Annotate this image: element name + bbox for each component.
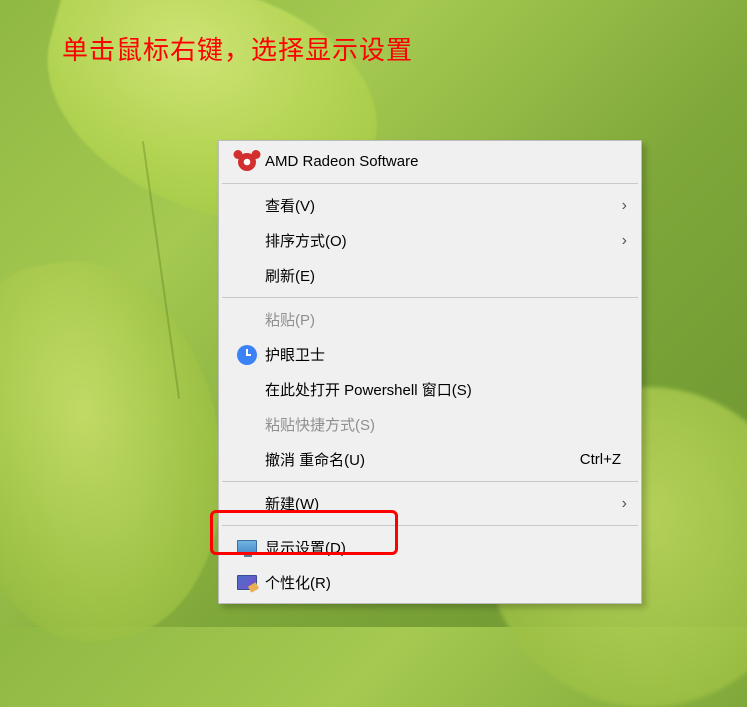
menu-item-amd[interactable]: AMD Radeon Software bbox=[221, 144, 639, 179]
menu-item-sort[interactable]: 排序方式(O) › bbox=[221, 223, 639, 258]
menu-item-eyeguard[interactable]: 护眼卫士 bbox=[221, 337, 639, 372]
menu-item-new[interactable]: 新建(W) › bbox=[221, 486, 639, 521]
menu-divider bbox=[222, 481, 638, 482]
desktop-context-menu: AMD Radeon Software 查看(V) › 排序方式(O) › 刷新… bbox=[218, 140, 642, 604]
menu-divider bbox=[222, 297, 638, 298]
personalize-icon bbox=[229, 575, 265, 590]
menu-label: 查看(V) bbox=[265, 195, 611, 216]
menu-item-view[interactable]: 查看(V) › bbox=[221, 188, 639, 223]
monitor-icon bbox=[229, 540, 265, 555]
chevron-right-icon: › bbox=[611, 232, 627, 250]
chevron-right-icon: › bbox=[611, 495, 627, 513]
menu-item-refresh[interactable]: 刷新(E) bbox=[221, 258, 639, 293]
menu-label: AMD Radeon Software bbox=[265, 153, 627, 170]
menu-label: 显示设置(D) bbox=[265, 537, 627, 558]
menu-shortcut: Ctrl+Z bbox=[580, 451, 621, 468]
menu-divider bbox=[222, 525, 638, 526]
menu-label: 撤消 重命名(U) bbox=[265, 449, 580, 470]
menu-label: 粘贴(P) bbox=[265, 309, 627, 330]
menu-label: 个性化(R) bbox=[265, 572, 627, 593]
clock-icon bbox=[229, 345, 265, 365]
menu-item-paste-shortcut: 粘贴快捷方式(S) bbox=[221, 407, 639, 442]
menu-item-display-settings[interactable]: 显示设置(D) bbox=[221, 530, 639, 565]
chevron-right-icon: › bbox=[611, 197, 627, 215]
menu-item-paste: 粘贴(P) bbox=[221, 302, 639, 337]
menu-item-undo[interactable]: 撤消 重命名(U) Ctrl+Z bbox=[221, 442, 639, 477]
menu-label: 排序方式(O) bbox=[265, 230, 611, 251]
menu-item-powershell[interactable]: 在此处打开 Powershell 窗口(S) bbox=[221, 372, 639, 407]
menu-divider bbox=[222, 183, 638, 184]
instruction-text: 单击鼠标右键，选择显示设置 bbox=[62, 30, 413, 67]
amd-icon bbox=[229, 144, 265, 180]
menu-label: 新建(W) bbox=[265, 493, 611, 514]
menu-label: 在此处打开 Powershell 窗口(S) bbox=[265, 379, 627, 400]
menu-label: 刷新(E) bbox=[265, 265, 627, 286]
menu-label: 护眼卫士 bbox=[265, 344, 627, 365]
menu-item-personalize[interactable]: 个性化(R) bbox=[221, 565, 639, 600]
menu-label: 粘贴快捷方式(S) bbox=[265, 414, 627, 435]
